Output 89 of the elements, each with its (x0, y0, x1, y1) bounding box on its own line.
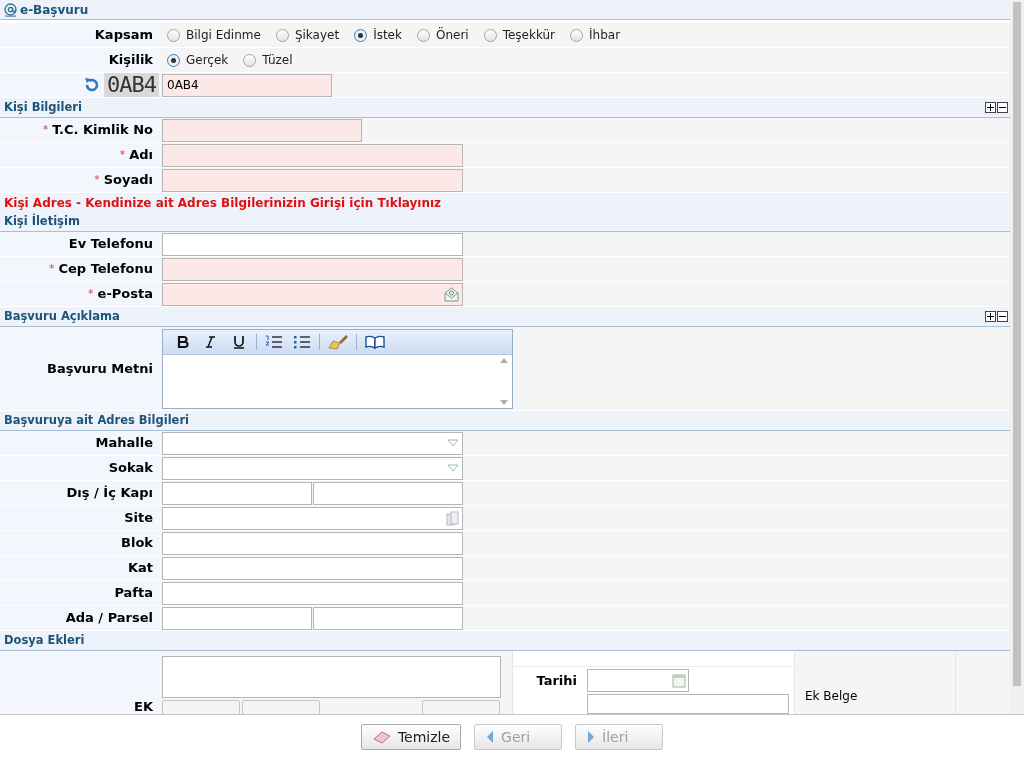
required-mark: * (94, 171, 100, 188)
radio-button[interactable] (167, 53, 180, 67)
option-label[interactable]: Gerçek (186, 51, 229, 69)
dropdown[interactable] (162, 431, 463, 455)
caret-icon[interactable] (447, 439, 459, 447)
collapse-icon[interactable] (997, 311, 1008, 322)
field-label: Cep Telefonu (58, 260, 153, 279)
field-label: Mahalle (95, 434, 153, 453)
option-label[interactable]: Bilgi Edinme (186, 26, 261, 44)
input-field[interactable] (162, 506, 463, 530)
scrollbar-thumb[interactable] (1013, 2, 1021, 686)
input-field[interactable] (162, 481, 312, 505)
field-label: Kat (127, 559, 153, 578)
field-label: Kapsam (94, 26, 153, 45)
input-field[interactable] (162, 168, 463, 192)
field-label: Blok (121, 534, 153, 553)
radio-button[interactable] (483, 28, 497, 42)
required-mark: * (48, 260, 55, 277)
page-title: e-Başvuru (20, 1, 89, 19)
brush-icon[interactable] (325, 333, 351, 350)
option-label[interactable]: Öneri (435, 26, 469, 44)
section-title: Dosya Ekleri (4, 631, 85, 649)
option-label[interactable]: Şikayet (294, 26, 340, 44)
eraser-icon[interactable] (371, 730, 392, 744)
at-icon (4, 2, 17, 17)
input-field[interactable] (162, 143, 463, 167)
option-label[interactable]: Teşekkür (502, 26, 556, 44)
option-label[interactable]: İstek (373, 26, 402, 44)
file-button[interactable] (422, 700, 500, 714)
expand-icon[interactable] (985, 311, 996, 322)
input-field[interactable] (162, 118, 362, 142)
scroll-down-icon[interactable] (500, 399, 508, 405)
field-label: e-Posta (97, 285, 153, 304)
field-label: Dış / İç Kapı (66, 484, 153, 503)
required-mark: * (42, 121, 49, 138)
field-label: Kişilik (108, 51, 153, 70)
envelope-icon[interactable] (444, 286, 459, 302)
documents-icon[interactable] (446, 510, 459, 526)
field-label: EK (134, 697, 153, 714)
expand-icon[interactable] (985, 102, 996, 113)
radio-button[interactable] (416, 28, 430, 42)
radio-button[interactable] (243, 53, 257, 67)
input-field[interactable] (587, 694, 789, 714)
input-field[interactable] (162, 282, 463, 306)
section-title: Başvuru Açıklama (4, 307, 120, 325)
field-label: Soyadı (103, 171, 153, 190)
file-button[interactable] (242, 700, 320, 714)
field-label: Ada / Parsel (65, 609, 153, 628)
required-mark: * (88, 285, 94, 302)
input-field[interactable] (162, 232, 463, 256)
radio-button[interactable] (275, 28, 289, 42)
field-label: Site (124, 509, 153, 528)
book-icon[interactable] (362, 333, 388, 350)
field-label: Başvuru Metni (46, 359, 153, 378)
radio-button[interactable] (354, 28, 368, 42)
input-field[interactable] (162, 581, 463, 605)
field-label: Sokak (108, 459, 153, 478)
input-field[interactable] (313, 606, 463, 630)
option-label[interactable]: Tüzel (262, 51, 293, 69)
input-field[interactable] (313, 481, 463, 505)
section-title: Başvuruya ait Adres Bilgileri (4, 411, 189, 429)
date-field[interactable] (587, 669, 689, 692)
captcha-input[interactable]: 0AB4 (162, 73, 332, 97)
input-field[interactable] (162, 257, 463, 281)
collapse-icon[interactable] (997, 102, 1008, 113)
field-label: Pafta (114, 584, 153, 603)
radio-button[interactable] (167, 28, 180, 42)
input-field[interactable] (162, 556, 463, 580)
field-label: T.C. Kimlik No (52, 121, 153, 140)
input-field[interactable] (162, 606, 312, 630)
field-label: Ev Telefonu (68, 235, 153, 254)
captcha-image: 0AB4 (104, 73, 159, 97)
refresh-icon[interactable] (83, 76, 101, 94)
field-label: Adı (129, 146, 153, 165)
field-label: Tarihi (535, 671, 578, 690)
section-title: Kişi İletişim (4, 212, 80, 230)
option-label[interactable]: İhbar (589, 26, 621, 44)
dropdown[interactable] (162, 456, 463, 480)
file-button[interactable] (162, 700, 240, 714)
calendar-icon[interactable] (672, 673, 686, 688)
required-mark: * (119, 146, 126, 163)
text-area[interactable] (162, 656, 501, 698)
scroll-up-icon[interactable] (500, 357, 508, 363)
clear-button[interactable]: Temizle (360, 724, 462, 750)
section-title: Kişi Bilgileri (4, 98, 82, 116)
table-cell: Ek Belge (794, 651, 955, 714)
input-field[interactable] (162, 531, 463, 555)
caret-icon[interactable] (447, 464, 459, 472)
radio-button[interactable] (570, 28, 584, 42)
